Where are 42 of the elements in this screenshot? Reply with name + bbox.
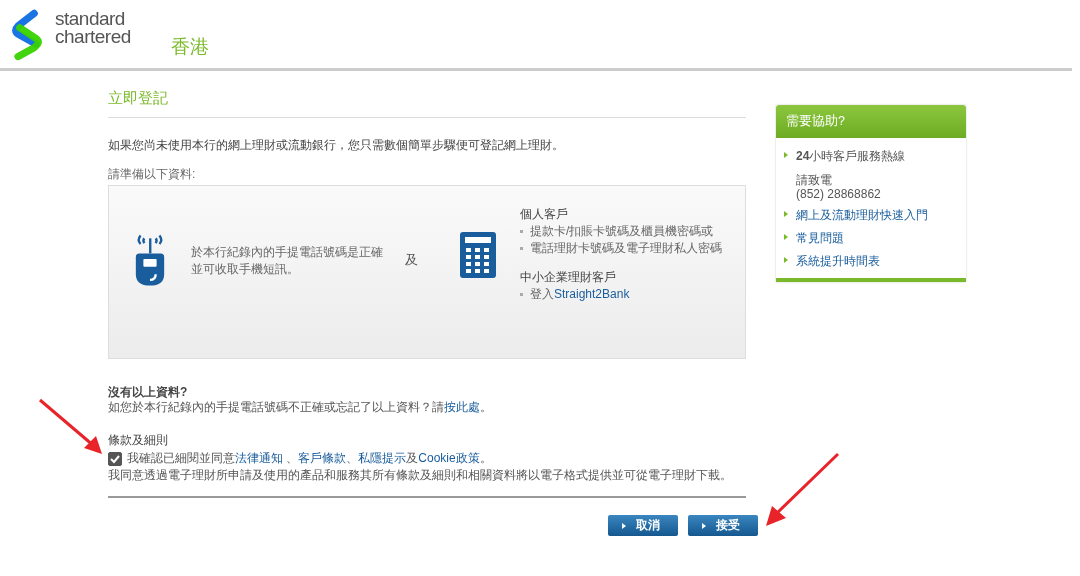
calculator-icon bbox=[460, 232, 496, 278]
click-here-link[interactable]: 按此處 bbox=[444, 400, 480, 414]
help-title: 需要協助? bbox=[776, 105, 966, 138]
page-title: 立即登記 bbox=[108, 89, 169, 108]
bullet-icon bbox=[784, 234, 788, 240]
logo-text: chartered bbox=[55, 28, 131, 46]
policy-link[interactable]: 法律通知 bbox=[235, 451, 283, 465]
phone-requirement-text: 於本行紀錄內的手提電話號碼是正確並可收取手機短訊。 bbox=[191, 244, 384, 278]
group-title: 個人客戶 bbox=[520, 206, 569, 223]
action-button[interactable]: 接受 bbox=[688, 515, 758, 536]
help-link[interactable]: 系統提升時間表 bbox=[796, 253, 880, 270]
bullet-icon bbox=[784, 257, 788, 263]
action-button[interactable]: 取消 bbox=[608, 515, 678, 536]
and-text: 及 bbox=[405, 251, 418, 269]
section-title: 沒有以上資料? bbox=[108, 385, 189, 400]
consent-note: 我同意透過電子理財所申請及使用的產品和服務其所有條款及細則和相關資料將以電子格式提供並可從電子理財下載。 bbox=[108, 467, 733, 484]
section-title: 條款及細則 bbox=[108, 433, 169, 448]
play-icon bbox=[622, 522, 626, 529]
bullet-icon bbox=[784, 152, 788, 158]
policy-link[interactable]: Cookie政策 bbox=[418, 451, 480, 465]
hotline-text: 請致電 bbox=[796, 173, 833, 187]
logo-icon bbox=[9, 9, 45, 61]
policy-link[interactable]: 客戶條款 bbox=[298, 451, 347, 465]
prepare-label: 請準備以下資料: bbox=[108, 166, 197, 183]
no-info-text: 如您於本行紀錄內的手提電話號碼不正確或忘記了以上資料？請按此處。 bbox=[108, 400, 493, 415]
hotline-title: 24小時客戶服務熱線 bbox=[796, 148, 906, 165]
policy-link[interactable]: 私隱提示 bbox=[358, 451, 407, 465]
link[interactable]: Straight2Bank bbox=[554, 287, 630, 301]
hotline-text: (852) 28868862 bbox=[796, 187, 882, 201]
requirement-item: 提款卡/扣賬卡號碼及櫃員機密碼或 bbox=[530, 223, 714, 240]
logo-text: standard bbox=[55, 10, 126, 28]
consent-text: 我確認已細閱並同意法律通知 、客戶條款、私隱提示及Cookie政策。 bbox=[127, 451, 492, 466]
requirement-item: 登入Straight2Bank bbox=[530, 286, 630, 303]
checkbox[interactable] bbox=[108, 451, 122, 466]
region-title: 香港 bbox=[170, 35, 209, 59]
help-link[interactable]: 常見問題 bbox=[796, 230, 844, 247]
help-link[interactable]: 網上及流動理財快速入門 bbox=[796, 207, 928, 224]
play-icon bbox=[702, 522, 706, 529]
bullet-icon bbox=[784, 211, 788, 217]
intro-text: 如果您尚未使用本行的網上理財或流動銀行，您只需數個簡單步驟便可登記網上理財。 bbox=[108, 137, 565, 154]
group-title: 中小企業理財客戶 bbox=[520, 269, 617, 286]
requirement-item: 電話理財卡號碼及電子理財私人密碼 bbox=[530, 240, 722, 257]
